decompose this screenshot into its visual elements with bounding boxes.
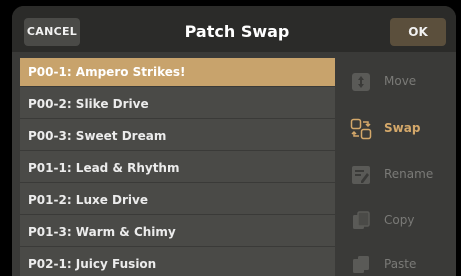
patch-row[interactable]: P01-2: Luxe Drive <box>20 186 335 215</box>
rename-label: Rename <box>384 167 434 181</box>
rename-icon <box>352 166 370 184</box>
patch-row[interactable]: P00-1: Ampero Strikes! <box>20 58 335 87</box>
patch-row[interactable]: P01-3: Warm & Chimy <box>20 218 335 247</box>
patch-row[interactable]: P01-1: Lead & Rhythm <box>20 154 335 183</box>
swap-icon <box>350 118 372 140</box>
swap-label: Swap <box>384 121 421 135</box>
move-icon <box>352 73 370 91</box>
paste-icon <box>353 256 369 273</box>
copy-icon <box>353 211 370 229</box>
copy-action[interactable]: Copy <box>350 206 456 234</box>
header-bar: CANCEL Patch Swap OK <box>12 6 456 52</box>
device-frame: CANCEL Patch Swap OK P00-1: Ampero Strik… <box>0 0 461 276</box>
action-panel: Move Swap Rename Copy Paste <box>342 58 456 276</box>
paste-action[interactable]: Paste <box>350 250 456 276</box>
swap-action[interactable]: Swap <box>350 114 456 142</box>
move-label: Move <box>384 74 417 88</box>
patch-row[interactable]: P00-2: Slike Drive <box>20 90 335 119</box>
paste-label: Paste <box>384 257 417 271</box>
move-action[interactable]: Move <box>350 67 456 95</box>
patch-swap-screen: CANCEL Patch Swap OK P00-1: Ampero Strik… <box>12 6 456 276</box>
patch-row[interactable]: P02-1: Juicy Fusion <box>20 250 335 276</box>
ok-button[interactable]: OK <box>390 18 446 46</box>
patch-row[interactable]: P00-3: Sweet Dream <box>20 122 335 151</box>
patch-list: P00-1: Ampero Strikes! P00-2: Slike Driv… <box>20 58 335 276</box>
rename-action[interactable]: Rename <box>350 160 456 188</box>
page-title: Patch Swap <box>184 22 290 41</box>
copy-label: Copy <box>384 213 415 227</box>
cancel-button[interactable]: CANCEL <box>24 18 80 46</box>
